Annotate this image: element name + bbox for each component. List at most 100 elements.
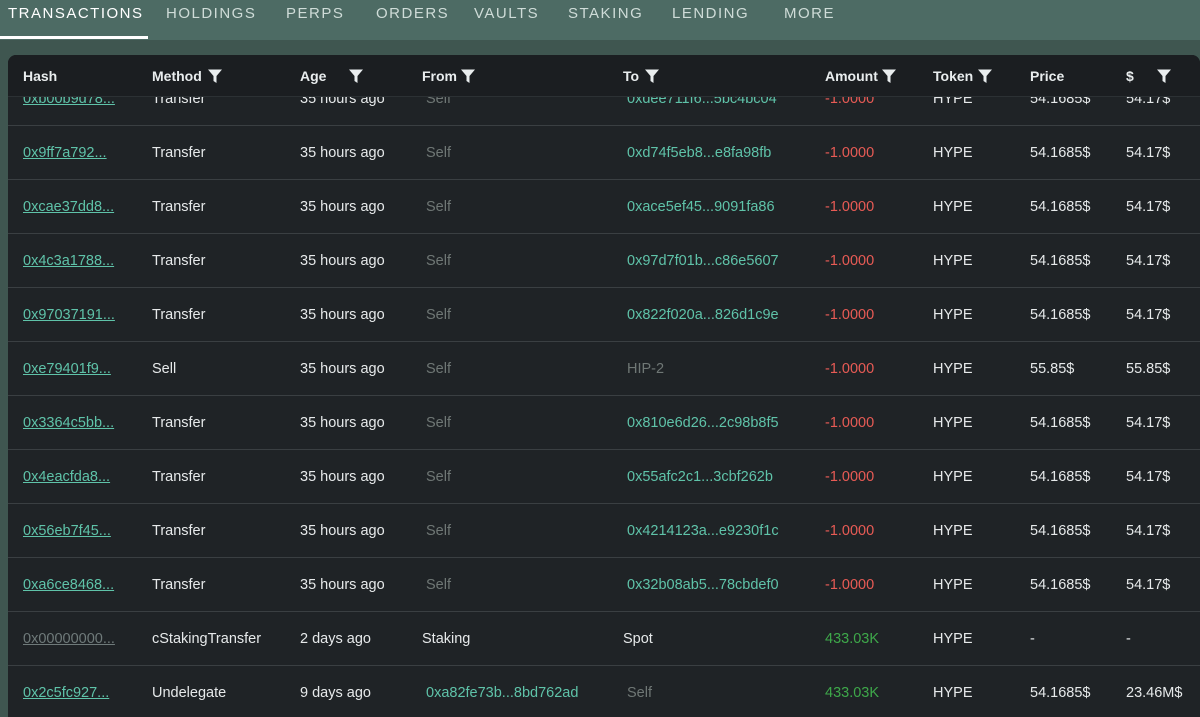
tx-amount: -1.0000 — [825, 145, 875, 161]
table-row[interactable]: 0x56eb7f45... Transfer 35 hours ago Self… — [8, 504, 1200, 558]
tx-to-address[interactable]: 0xd74f5eb8...e8fa98fb — [627, 126, 771, 180]
tx-price: 54.1685$ — [1030, 523, 1091, 539]
tx-age: 35 hours ago — [300, 253, 385, 269]
tx-to-address[interactable]: 0x4214123a...e9230f1c — [627, 504, 779, 558]
tx-from: Self — [426, 307, 451, 323]
tx-hash-link[interactable]: 0xe79401f9... — [23, 342, 111, 396]
tx-hash-link[interactable]: 0x4c3a1788... — [23, 234, 114, 288]
tab-orders[interactable]: ORDERS — [376, 0, 449, 40]
tx-usd-value: 54.17$ — [1126, 415, 1171, 431]
tx-hash-link[interactable]: 0xcae37dd8... — [23, 180, 114, 234]
column-header-usd[interactable]: $ — [1126, 55, 1134, 97]
tab-more[interactable]: MORE — [784, 0, 835, 40]
filter-icon[interactable] — [1156, 68, 1172, 84]
column-header-method[interactable]: Method — [152, 55, 202, 97]
filter-icon[interactable] — [348, 68, 364, 84]
tx-age: 2 days ago — [300, 631, 371, 647]
tx-price: 54.1685$ — [1030, 253, 1091, 269]
tx-hash-link[interactable]: 0x56eb7f45... — [23, 504, 111, 558]
tx-usd-value: - — [1126, 631, 1131, 647]
column-header-price[interactable]: Price — [1030, 55, 1064, 97]
table-row[interactable]: 0x00000000... cStakingTransfer 2 days ag… — [8, 612, 1200, 666]
tx-token: HYPE — [933, 577, 973, 593]
tx-age: 35 hours ago — [300, 415, 385, 431]
table-row[interactable]: 0x3364c5bb... Transfer 35 hours ago Self… — [8, 396, 1200, 450]
tx-hash-link[interactable]: 0x3364c5bb... — [23, 396, 114, 450]
column-header-from[interactable]: From — [422, 55, 457, 97]
tab-holdings[interactable]: HOLDINGS — [166, 0, 256, 40]
tab-vaults[interactable]: VAULTS — [474, 0, 539, 40]
table-row[interactable]: 0x97037191... Transfer 35 hours ago Self… — [8, 288, 1200, 342]
tx-to: HIP-2 — [627, 361, 665, 377]
table-row[interactable]: 0xa6ce8468... Transfer 35 hours ago Self… — [8, 558, 1200, 612]
table-row[interactable]: 0xcae37dd8... Transfer 35 hours ago Self… — [8, 180, 1200, 234]
tx-price: 54.1685$ — [1030, 469, 1091, 485]
table-row[interactable]: 0x4c3a1788... Transfer 35 hours ago Self… — [8, 234, 1200, 288]
column-header-token[interactable]: Token — [933, 55, 973, 97]
tx-to-address[interactable]: 0x822f020a...826d1c9e — [627, 288, 779, 342]
tx-from-address[interactable]: 0xa82fe73b...8bd762ad — [426, 666, 578, 717]
column-header-age[interactable]: Age — [300, 55, 326, 97]
tx-from: Self — [426, 199, 451, 215]
tx-amount: 433.03K — [825, 685, 880, 701]
tx-usd-value: 54.17$ — [1126, 523, 1171, 539]
tx-price: 54.1685$ — [1030, 307, 1091, 323]
filter-icon[interactable] — [460, 68, 476, 84]
tab-perps[interactable]: PERPS — [286, 0, 344, 40]
column-header-amount[interactable]: Amount — [825, 55, 878, 97]
tx-to-address[interactable]: 0x55afc2c1...3cbf262b — [627, 450, 773, 504]
tx-age: 35 hours ago — [300, 307, 385, 323]
filter-icon[interactable] — [881, 68, 897, 84]
tx-hash-link[interactable]: 0xa6ce8468... — [23, 558, 114, 612]
filter-icon[interactable] — [977, 68, 993, 84]
tx-from: Staking — [422, 631, 471, 647]
tx-hash-link[interactable]: 0x4eacfda8... — [23, 450, 110, 504]
tab-staking[interactable]: STAKING — [568, 0, 643, 40]
tx-method: Transfer — [152, 307, 206, 323]
tx-method: Transfer — [152, 523, 206, 539]
tab-transactions[interactable]: TRANSACTIONS — [8, 0, 144, 40]
tx-amount: 433.03K — [825, 631, 880, 647]
tx-to-address[interactable]: 0x810e6d26...2c98b8f5 — [627, 396, 779, 450]
tx-amount: -1.0000 — [825, 199, 875, 215]
tx-token: HYPE — [933, 523, 973, 539]
tab-lending[interactable]: LENDING — [672, 0, 749, 40]
tx-method: Transfer — [152, 199, 206, 215]
tx-price: 54.1685$ — [1030, 415, 1091, 431]
table-row[interactable]: 0x4eacfda8... Transfer 35 hours ago Self… — [8, 450, 1200, 504]
table-row[interactable]: 0x9ff7a792... Transfer 35 hours ago Self… — [8, 126, 1200, 180]
tx-amount: -1.0000 — [825, 253, 875, 269]
column-header-to[interactable]: To — [623, 55, 639, 97]
filter-icon[interactable] — [644, 68, 660, 84]
tx-usd-value: 54.17$ — [1126, 253, 1171, 269]
tx-to-address[interactable]: 0xace5ef45...9091fa86 — [627, 180, 775, 234]
column-header-hash[interactable]: Hash — [23, 55, 57, 97]
tx-usd-value: 23.46M$ — [1126, 685, 1183, 701]
tx-age: 35 hours ago — [300, 523, 385, 539]
tx-price: 54.1685$ — [1030, 685, 1091, 701]
tx-method: Sell — [152, 361, 177, 377]
tx-token: HYPE — [933, 685, 973, 701]
tx-age: 9 days ago — [300, 685, 371, 701]
tx-token: HYPE — [933, 145, 973, 161]
tx-hash-link[interactable]: 0x9ff7a792... — [23, 126, 107, 180]
tx-hash-link[interactable]: 0x00000000... — [23, 612, 115, 666]
tx-price: 54.1685$ — [1030, 145, 1091, 161]
tx-amount: -1.0000 — [825, 469, 875, 485]
tx-from: Self — [426, 145, 451, 161]
tx-token: HYPE — [933, 469, 973, 485]
tx-hash-link[interactable]: 0x2c5fc927... — [23, 666, 109, 717]
table-row[interactable]: 0x2c5fc927... Undelegate 9 days ago 0xa8… — [8, 666, 1200, 717]
tx-age: 35 hours ago — [300, 469, 385, 485]
tx-age: 35 hours ago — [300, 145, 385, 161]
tx-method: Transfer — [152, 253, 206, 269]
tx-usd-value: 54.17$ — [1126, 145, 1171, 161]
tx-from: Self — [426, 253, 451, 269]
tx-hash-link[interactable]: 0x97037191... — [23, 288, 115, 342]
tx-from: Self — [426, 469, 451, 485]
tx-to-address[interactable]: 0x97d7f01b...c86e5607 — [627, 234, 779, 288]
tx-from: Self — [426, 523, 451, 539]
filter-icon[interactable] — [207, 68, 223, 84]
tx-to-address[interactable]: 0x32b08ab5...78cbdef0 — [627, 558, 779, 612]
table-row[interactable]: 0xe79401f9... Sell 35 hours ago Self HIP… — [8, 342, 1200, 396]
